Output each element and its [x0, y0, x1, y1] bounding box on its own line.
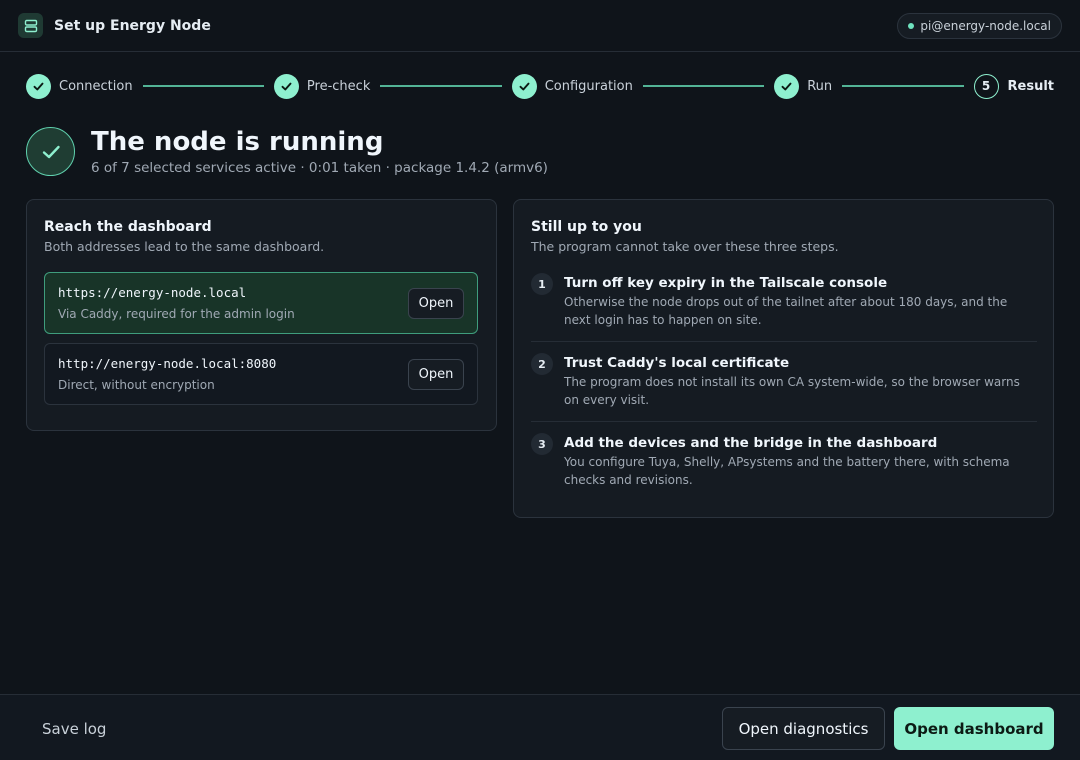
step-connector — [842, 85, 964, 87]
todo-number: 1 — [531, 273, 553, 295]
page-subtitle: 6 of 7 selected services active · 0:01 t… — [91, 160, 548, 176]
todo-description: The program does not install its own CA … — [564, 375, 1020, 407]
card-subtitle: Both addresses lead to the same dashboar… — [44, 239, 325, 254]
host-label: pi@energy-node.local — [920, 18, 1051, 33]
check-icon — [26, 73, 51, 99]
divider — [531, 341, 1037, 342]
address-url: https://energy-node.local — [58, 285, 247, 300]
app-title: Set up Energy Node — [54, 17, 211, 34]
result-header: The node is running 6 of 7 selected serv… — [26, 127, 548, 176]
todo-item: 2 Trust Caddy's local certificate The pr… — [531, 353, 1037, 409]
step-connection: Connection — [26, 73, 133, 99]
step-label: Connection — [59, 78, 133, 94]
dashboard-card: Reach the dashboard Both addresses lead … — [26, 199, 497, 431]
address-row-https: https://energy-node.local Via Caddy, req… — [44, 272, 478, 334]
open-diagnostics-button[interactable]: Open diagnostics — [722, 707, 885, 750]
status-dot-icon — [908, 22, 915, 29]
step-connector — [142, 85, 264, 87]
todo-item: 1 Turn off key expiry in the Tailscale c… — [531, 273, 1037, 329]
host-badge: pi@energy-node.local — [897, 12, 1062, 39]
todo-number: 3 — [531, 433, 553, 455]
footer-bar: Save log Open diagnostics Open dashboard — [0, 694, 1080, 760]
address-description: Direct, without encryption — [58, 378, 215, 392]
progress-stepper: Connection Pre-check Configuration Run 5… — [26, 73, 1054, 99]
success-check-icon — [26, 127, 75, 176]
step-label: Pre-check — [306, 78, 371, 94]
open-https-button[interactable]: Open — [408, 288, 464, 319]
todo-item: 3 Add the devices and the bridge in the … — [531, 433, 1037, 489]
step-number: 5 — [973, 73, 999, 99]
save-log-button[interactable]: Save log — [26, 708, 122, 750]
todo-description: Otherwise the node drops out of the tail… — [564, 295, 1008, 327]
step-label: Result — [1007, 78, 1055, 94]
check-icon — [511, 73, 537, 99]
step-pre-check: Pre-check — [273, 73, 371, 99]
card-title: Still up to you — [531, 219, 642, 235]
page-title: The node is running — [91, 127, 384, 157]
step-connector — [380, 85, 502, 87]
card-subtitle: The program cannot take over these three… — [531, 239, 839, 254]
todo-description: You configure Tuya, Shelly, APsystems an… — [564, 455, 1010, 487]
title-bar: Set up Energy Node pi@energy-node.local — [0, 0, 1080, 52]
address-url: http://energy-node.local:8080 — [58, 356, 277, 371]
address-description: Via Caddy, required for the admin login — [58, 307, 295, 321]
check-icon — [774, 73, 800, 99]
server-icon — [18, 13, 43, 38]
todo-card: Still up to you The program cannot take … — [513, 199, 1054, 518]
check-icon — [273, 73, 299, 99]
step-connector — [642, 85, 765, 87]
address-row-http: http://energy-node.local:8080 Direct, wi… — [44, 343, 478, 405]
step-label: Run — [807, 78, 833, 94]
step-label: Configuration — [544, 78, 633, 94]
todo-title: Add the devices and the bridge in the da… — [564, 435, 938, 451]
card-title: Reach the dashboard — [44, 219, 212, 235]
open-dashboard-button[interactable]: Open dashboard — [894, 707, 1054, 750]
todo-title: Trust Caddy's local certificate — [564, 355, 790, 371]
step-result: 5 Result — [973, 73, 1055, 99]
todo-title: Turn off key expiry in the Tailscale con… — [564, 275, 888, 291]
step-configuration: Configuration — [511, 73, 633, 99]
divider — [531, 421, 1037, 422]
open-http-button[interactable]: Open — [408, 359, 464, 390]
step-run: Run — [774, 73, 833, 99]
todo-number: 2 — [531, 353, 553, 375]
